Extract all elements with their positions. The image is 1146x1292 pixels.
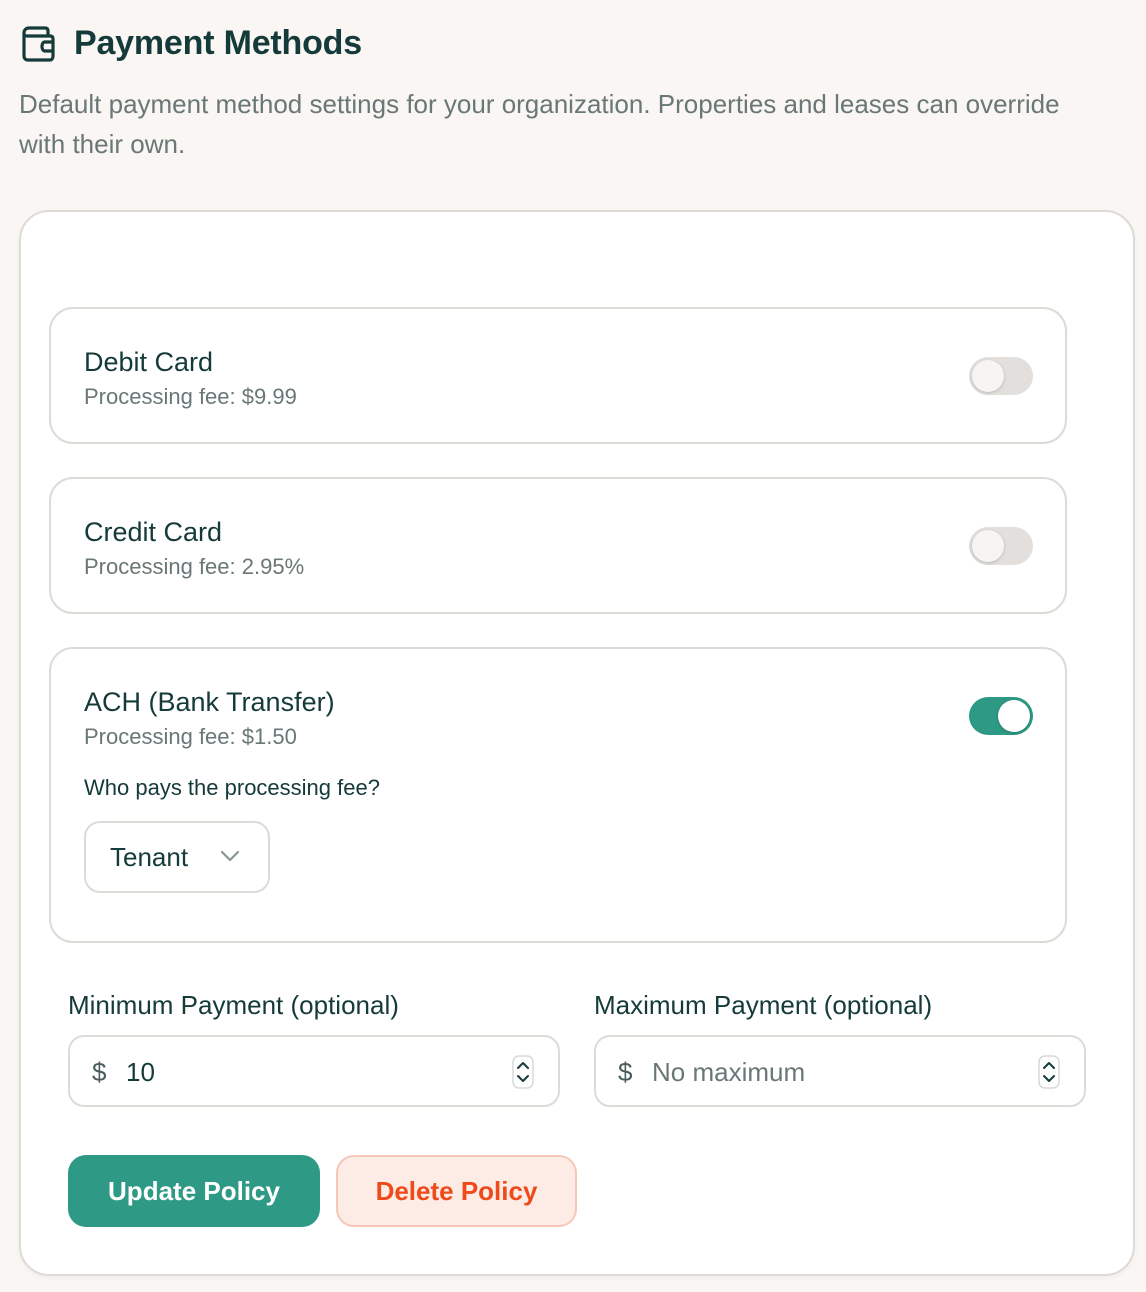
min-payment-value: 10: [126, 1057, 155, 1087]
update-policy-button[interactable]: Update Policy: [68, 1155, 320, 1227]
page-title: Payment Methods: [74, 24, 362, 62]
debit-card-toggle[interactable]: [969, 357, 1033, 395]
wallet-icon: [22, 25, 55, 62]
stepper-icon[interactable]: [1038, 1055, 1060, 1089]
method-fee: Processing fee: $1.50: [84, 724, 297, 749]
method-name: Credit Card: [84, 517, 223, 547]
section-header: Payment Methods: [20, 24, 362, 63]
ach-toggle[interactable]: [969, 697, 1033, 735]
toggle-knob: [998, 700, 1030, 732]
method-fee: Processing fee: $9.99: [84, 384, 297, 409]
fee-payer-value: Tenant: [110, 841, 189, 872]
delete-policy-button[interactable]: Delete Policy: [336, 1155, 577, 1227]
toggle-knob: [972, 360, 1004, 392]
stepper-icon[interactable]: [512, 1055, 534, 1089]
payment-methods-page: Payment Methods Default payment method s…: [0, 0, 1146, 1292]
chevron-down-icon: [220, 850, 240, 862]
method-name: ACH (Bank Transfer): [84, 687, 335, 717]
method-debit-card: Debit Card Processing fee: $9.99: [49, 307, 1067, 444]
min-payment-label: Minimum Payment (optional): [68, 990, 399, 1020]
toggle-knob: [972, 530, 1004, 562]
min-payment-input[interactable]: $ 10: [68, 1035, 560, 1107]
max-payment-placeholder: No maximum: [652, 1057, 806, 1087]
method-fee: Processing fee: 2.95%: [84, 554, 305, 579]
fee-payer-question: Who pays the processing fee?: [84, 775, 380, 800]
credit-card-toggle[interactable]: [969, 527, 1033, 565]
method-ach: ACH (Bank Transfer) Processing fee: $1.5…: [49, 647, 1067, 943]
max-payment-input[interactable]: $ No maximum: [594, 1035, 1086, 1107]
currency-symbol: $: [618, 1057, 633, 1087]
page-subtitle: Default payment method settings for your…: [19, 89, 1060, 159]
currency-symbol: $: [92, 1057, 107, 1087]
method-name: Debit Card: [84, 347, 214, 377]
fee-payer-select[interactable]: Tenant: [84, 821, 270, 893]
method-credit-card: Credit Card Processing fee: 2.95%: [49, 477, 1067, 614]
max-payment-label: Maximum Payment (optional): [594, 990, 933, 1020]
